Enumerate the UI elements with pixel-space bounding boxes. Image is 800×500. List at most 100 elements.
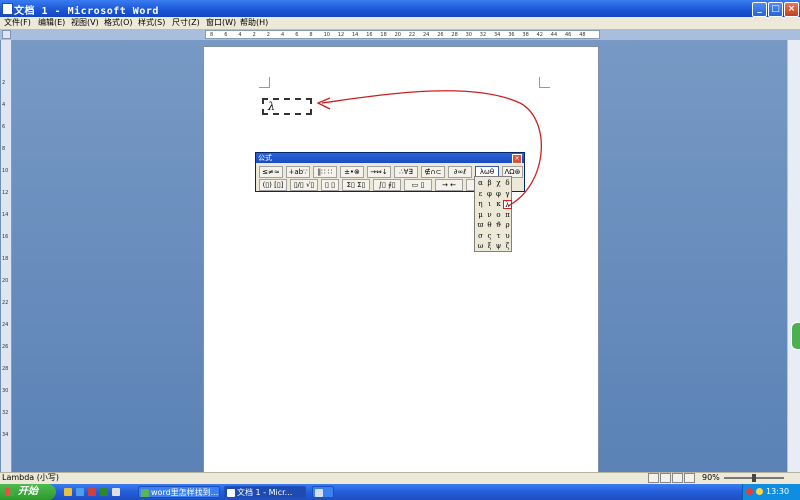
ruler-tick-label: 12 [337, 32, 345, 38]
quicklaunch-ie-icon[interactable] [76, 488, 84, 496]
menu-file[interactable]: 文件(F) [4, 17, 31, 29]
greek-symbol-cell[interactable]: ο [494, 211, 503, 220]
set-theory-symbols-button[interactable]: ∉∩⊂ [421, 166, 445, 178]
quicklaunch-media-icon[interactable] [88, 488, 96, 496]
minimize-button[interactable]: _ [752, 2, 767, 17]
greek-symbol-cell[interactable]: φ [494, 190, 503, 199]
menu-edit[interactable]: 编辑(E) [38, 17, 65, 29]
equation-toolbar-title-bar[interactable]: 公式 × [256, 153, 524, 164]
operator-symbols-button[interactable]: ±•⊗ [340, 166, 364, 178]
ruler-tick-label: 24 [423, 32, 430, 38]
greek-symbol-cell[interactable]: η [476, 200, 485, 209]
web-view-button[interactable] [660, 473, 671, 483]
greek-symbol-cell[interactable]: α [476, 179, 485, 188]
menu-help[interactable]: 帮助(H) [240, 17, 268, 29]
menu-view[interactable]: 视图(V) [71, 17, 99, 29]
spaces-ellipses-button[interactable]: ∔ab∵ [286, 166, 310, 178]
greek-symbol-cell[interactable]: β [485, 179, 494, 188]
greek-symbol-cell[interactable]: θ [485, 221, 494, 230]
greek-symbol-cell[interactable]: σ [476, 232, 485, 241]
fraction-radical-templates-button[interactable]: ▯/▯ √▯ [290, 179, 318, 191]
greek-symbol-cell[interactable]: μ [476, 211, 485, 220]
maximize-button[interactable]: □ [768, 2, 783, 17]
vertical-ruler[interactable]: 2 4 6 8 10 12 14 16 18 20 22 24 26 28 30 32 34 [1, 40, 12, 472]
zoom-level: 90% [702, 473, 720, 482]
vruler-tick-label: 30 [2, 388, 9, 394]
taskbar-item-word[interactable]: 文档 1 - Micr... [224, 486, 306, 498]
horizontal-ruler[interactable]: 8 6 4 2 2 4 6 8 10 12 14 16 18 20 22 24 26 28 30 32 34 36 38 42… [205, 30, 600, 39]
greek-symbol-cell[interactable]: γ [503, 190, 512, 199]
quicklaunch-messenger-icon[interactable] [100, 488, 108, 496]
zoom-slider-thumb[interactable] [752, 474, 756, 482]
equation-toolbar-close-button[interactable]: × [512, 154, 522, 164]
embellishments-button[interactable]: ‖∷ ∷ [313, 166, 337, 178]
menu-window[interactable]: 窗口(W) [206, 17, 236, 29]
floating-green-tab[interactable] [791, 322, 800, 350]
underbar-overbar-templates-button[interactable]: ▭ ▯ [404, 179, 432, 191]
close-button[interactable]: × [784, 2, 799, 17]
menu-size[interactable]: 尺寸(Z) [172, 17, 200, 29]
ruler-tick-label: 14 [352, 32, 359, 38]
summation-templates-button[interactable]: Σ▯ Σ▯ [342, 179, 370, 191]
greek-symbol-cell[interactable]: ρ [503, 221, 512, 230]
greek-symbol-cell[interactable]: φ [485, 190, 494, 199]
ruler-tick-label: 18 [380, 32, 387, 38]
greek-symbol-cell[interactable]: ϑ [494, 221, 503, 230]
misc-symbols-button[interactable]: ∂∞ℓ [448, 166, 472, 178]
print-view-button[interactable] [672, 473, 683, 483]
subscript-superscript-templates-button[interactable]: ▯ ▯ [321, 179, 339, 191]
greek-symbol-cell[interactable]: χ [494, 179, 503, 188]
taskbar-item-browser[interactable]: word里怎样找到... [138, 486, 220, 498]
greek-symbol-cell[interactable]: τ [494, 232, 503, 241]
greek-symbol-cell[interactable]: λ [503, 200, 512, 209]
greek-symbol-cell[interactable]: ζ [503, 242, 512, 251]
fence-templates-button[interactable]: (▯) [▯] [259, 179, 287, 191]
start-button[interactable]: 开始 [0, 484, 56, 500]
menu-style[interactable]: 样式(S) [138, 17, 165, 29]
taskbar-item-equation-editor[interactable] [312, 486, 334, 498]
vruler-tick-label: 28 [2, 366, 9, 372]
greek-symbol-cell[interactable]: ϖ [476, 221, 485, 230]
equation-edit-box[interactable]: λ [262, 98, 312, 115]
vruler-tick-label: 14 [2, 212, 9, 218]
menu-format[interactable]: 格式(O) [104, 17, 133, 29]
word-app-icon[interactable] [2, 3, 13, 15]
word-doc-icon [227, 489, 235, 497]
greek-symbol-palette: αβχδ εφφγ ηικλ μνοπ ϖθϑρ σςτυ ωξψζ [474, 176, 512, 252]
status-text: Lambda (小写) [2, 473, 59, 482]
labeled-arrow-templates-button[interactable]: → ← [435, 179, 463, 191]
integral-templates-button[interactable]: ∫▯ ∮▯ [373, 179, 401, 191]
quicklaunch-desktop-icon[interactable] [112, 488, 120, 496]
vruler-tick-label: 22 [2, 300, 9, 306]
greek-symbol-cell[interactable]: ω [476, 242, 485, 251]
outline-view-button[interactable] [684, 473, 695, 483]
greek-symbol-cell[interactable]: π [503, 211, 512, 220]
ruler-tick-label: 2 [266, 32, 270, 38]
ruler-tick-label: 42 [536, 32, 543, 38]
logical-symbols-button[interactable]: ∴∀∃ [394, 166, 418, 178]
greek-symbol-cell[interactable]: ς [485, 232, 494, 241]
arrow-symbols-button[interactable]: →⇔↓ [367, 166, 391, 178]
vruler-tick-label: 10 [2, 168, 9, 174]
window-title: 文档 1 - Microsoft Word [14, 6, 159, 17]
greek-symbol-cell[interactable]: κ [494, 200, 503, 209]
taskbar-item-label: word里怎样找到... [151, 488, 219, 497]
tray-shield-icon[interactable] [756, 488, 763, 495]
greek-symbol-cell[interactable]: ψ [494, 242, 503, 251]
margin-corner-top-left [259, 77, 270, 88]
tab-selector-button[interactable] [2, 30, 11, 39]
greek-symbol-cell[interactable]: ε [476, 190, 485, 199]
relational-symbols-button[interactable]: ≤≠≈ [259, 166, 283, 178]
vertical-scrollbar[interactable] [787, 40, 800, 472]
browser-icon [141, 489, 149, 497]
ruler-tick-label: 6 [295, 32, 299, 38]
greek-symbol-cell[interactable]: υ [503, 232, 512, 241]
greek-symbol-cell[interactable]: δ [503, 179, 512, 188]
greek-symbol-cell[interactable]: ξ [485, 242, 494, 251]
normal-view-button[interactable] [648, 473, 659, 483]
tray-antivirus-icon[interactable] [746, 488, 753, 495]
greek-symbol-cell[interactable]: ν [485, 211, 494, 220]
quicklaunch-folder-icon[interactable] [64, 488, 72, 496]
greek-symbol-cell[interactable]: ι [485, 200, 494, 209]
vruler-tick-label: 8 [2, 146, 6, 152]
